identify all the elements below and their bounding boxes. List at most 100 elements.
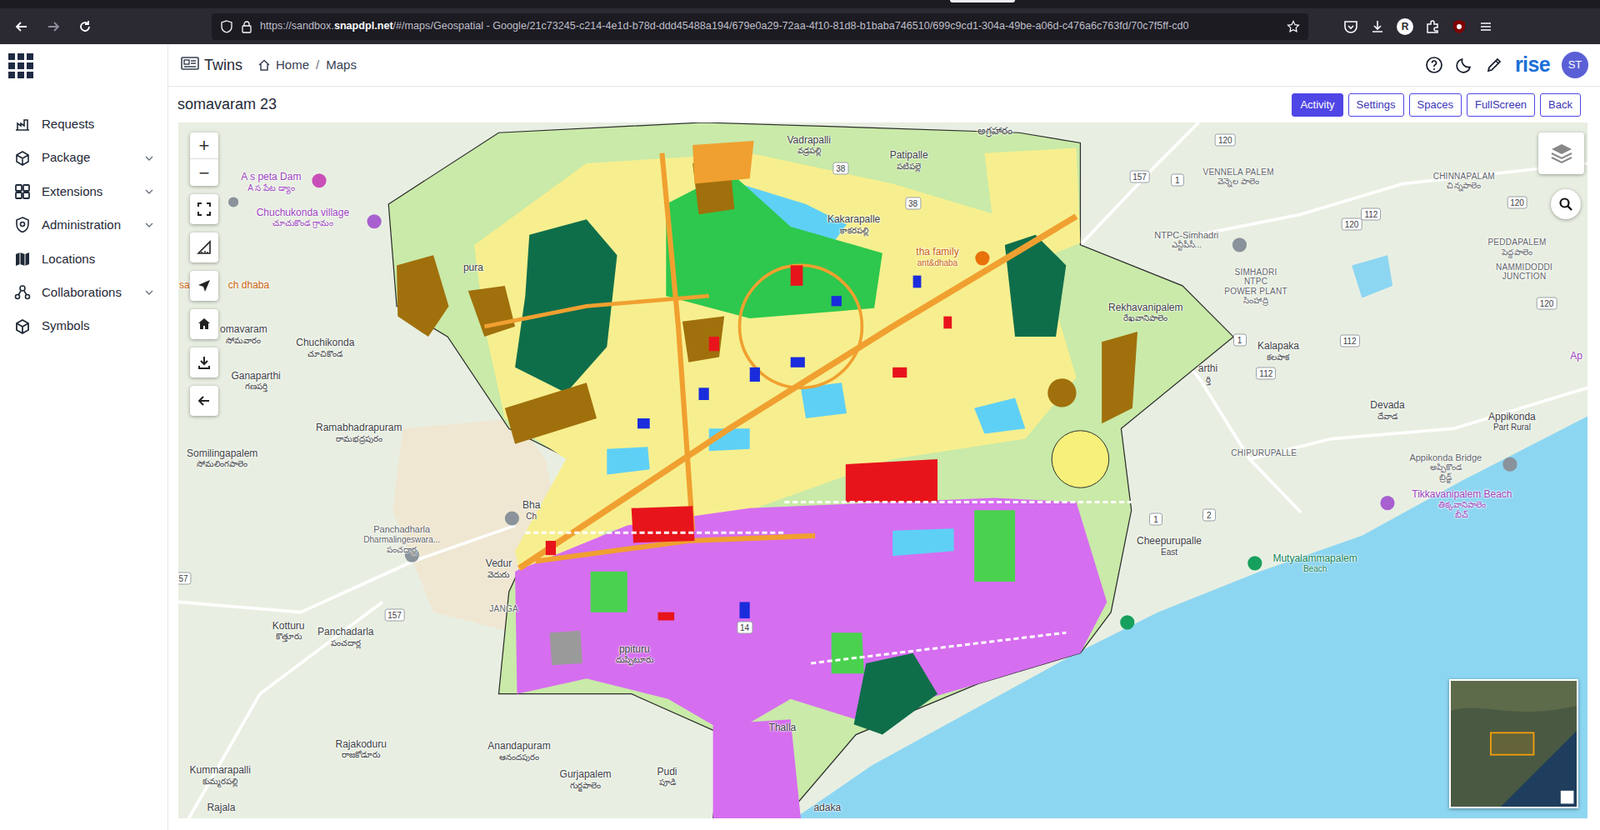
map-label[interactable]: NAMMIDODDIJUNCTION (1495, 262, 1553, 282)
brand-logo[interactable]: rise (1515, 49, 1550, 81)
layers-icon[interactable] (1538, 132, 1585, 175)
map-label[interactable]: Pudiపూడి (656, 766, 677, 788)
menu-icon[interactable] (1478, 19, 1494, 35)
map-label[interactable]: Gurjapalemగుర్జపాలెం (560, 769, 612, 790)
sidebar-item[interactable]: Collaborations (0, 275, 168, 310)
home-view-icon[interactable] (190, 309, 219, 340)
map-label[interactable]: JANGA (489, 604, 519, 615)
map-label[interactable]: Panchadarlaపంచదార్ల (317, 626, 374, 648)
fullscreen-icon[interactable] (190, 194, 219, 225)
map-label[interactable]: Vadrapalliవడ్రపల్లి (786, 135, 830, 156)
map-label[interactable]: Tikkavanipalem Beachతిక్కవానిపాలెంబీచ్ (1411, 489, 1512, 520)
map-label[interactable]: అగ్రహారం (977, 125, 1013, 138)
download-icon[interactable] (1370, 19, 1385, 35)
star-icon[interactable] (1286, 20, 1300, 34)
map-label[interactable]: pura (463, 262, 484, 275)
back-arrow-icon[interactable] (190, 385, 219, 416)
reload-icon[interactable] (71, 13, 99, 40)
chevron-down-icon[interactable] (144, 254, 155, 265)
toolbar-button[interactable]: Activity (1291, 93, 1343, 117)
map-label[interactable]: AppikondaPart Rural (1488, 411, 1536, 433)
map-label[interactable]: Chuchukonda villageచూచుకొండ గ్రామం (256, 207, 350, 229)
sidebar-item[interactable]: Administration (0, 208, 168, 242)
toolbar-button[interactable]: Settings (1348, 93, 1405, 117)
map-label[interactable]: NTPC-Simhadriఎన్టీపీసీ... (1154, 230, 1219, 250)
user-avatar[interactable]: ST (1561, 51, 1589, 79)
map-label[interactable]: Rajakoduruరాజకోడూరు (335, 739, 387, 760)
edit-icon[interactable] (1485, 55, 1504, 75)
map-label[interactable]: Rajala (206, 802, 235, 815)
chevron-down-icon[interactable] (144, 119, 155, 130)
search-icon[interactable] (1550, 189, 1581, 220)
map-label[interactable]: Ganaparthiగణపర్తి (230, 370, 280, 392)
map-label[interactable]: Kakarapalleకాకరపల్లి (827, 214, 880, 235)
map-label[interactable]: Patipalleపటిపల్లె (890, 150, 929, 171)
map-label[interactable]: CheepurupalleEast (1136, 535, 1202, 557)
map-label-line: రామభద్రపురం (315, 434, 402, 445)
address-bar[interactable]: https://sandbox.snapdpl.net/#/maps/Geosp… (211, 13, 1309, 40)
download-map-icon[interactable] (190, 347, 219, 378)
pocket-icon[interactable] (1343, 19, 1359, 35)
map-label[interactable]: SIMHADRINTPCPOWER PLANTసింహాద్రి (1224, 267, 1288, 306)
map[interactable]: A s peta DamA స పేట డ్యాం Chuchukonda vil… (178, 122, 1588, 819)
map-label[interactable]: Somilingapalemసోమలింగపాలెం (186, 448, 258, 470)
dark-mode-icon[interactable] (1455, 55, 1474, 75)
chevron-down-icon[interactable] (144, 287, 155, 298)
breadcrumb-home[interactable]: Home (275, 55, 310, 75)
map-label[interactable]: Rekhavanipalemరేఖవానిపాలెం (1108, 302, 1183, 324)
chevron-down-icon[interactable] (144, 321, 155, 332)
back-icon[interactable] (8, 13, 35, 40)
sidebar-item[interactable]: Extensions (0, 175, 168, 209)
map-label[interactable]: Devadaదేవాడ (1370, 400, 1405, 421)
map-label[interactable]: Kotturuకొత్తూరు (272, 620, 305, 642)
map-label[interactable]: ppituruదుప్పిటూరు (615, 644, 654, 665)
sidebar-item[interactable]: Symbols (0, 309, 168, 343)
map-label[interactable]: Appikonda Bridgeఅప్పికొండబ్రిడ్జ్ (1409, 452, 1482, 483)
map-label[interactable]: adaka (813, 802, 841, 815)
locate-icon[interactable] (190, 270, 219, 301)
extensions-icon[interactable] (1425, 19, 1440, 35)
map-label[interactable]: omavaramసోమవారం (220, 324, 268, 345)
sidebar-item[interactable]: Locations (0, 242, 168, 276)
map-label[interactable]: Thalla (769, 722, 797, 735)
map-label[interactable]: tha familyant&dhaba (915, 246, 959, 268)
toolbar-button[interactable]: Spaces (1409, 93, 1462, 117)
map-label[interactable]: CHINNAPALAMచిన్నపాలెం (1433, 171, 1495, 191)
chevron-down-icon[interactable] (144, 186, 155, 197)
forward-icon[interactable] (40, 13, 67, 40)
map-label[interactable]: A s peta DamA స పేట డ్యాం (240, 171, 301, 193)
sidebar-item[interactable]: Requests (0, 107, 168, 141)
zoom-in-button[interactable]: + (190, 132, 219, 160)
url-text[interactable]: https://sandbox.snapdpl.net/#/maps/Geosp… (260, 18, 1280, 35)
map-label[interactable]: CHIPURUPALLE (1230, 448, 1297, 459)
zoom-out-button[interactable]: − (190, 159, 219, 186)
map-label[interactable]: Ap (1570, 350, 1583, 363)
map-label[interactable]: ch dhaba (228, 280, 270, 292)
sidebar-item[interactable]: Package (0, 140, 168, 175)
measure-icon[interactable] (190, 232, 219, 263)
map-label[interactable]: PEDDAPALEMపెద్దపాలెం (1487, 237, 1546, 257)
toolbar-button[interactable]: FullScreen (1466, 93, 1535, 117)
map-label[interactable]: Anandapuramఆనందపురం (487, 740, 550, 762)
map-label-line: Mutyalammapalem (1272, 553, 1357, 565)
map-label[interactable]: Kummarapalliకుమ్మరపల్లి (190, 765, 251, 786)
map-label[interactable]: arthiర్తి (1198, 363, 1218, 385)
map-label[interactable]: PanchadharlaDharmalingeswara...పంచదార్ల (363, 524, 440, 555)
apps-grid-icon[interactable] (8, 53, 34, 79)
chevron-down-icon[interactable] (144, 153, 155, 164)
toolbar-button[interactable]: Back (1540, 93, 1581, 117)
map-label[interactable]: Ramabhadrapuramరామభద్రపురం (315, 422, 402, 444)
profile-avatar[interactable]: R (1396, 18, 1414, 35)
overview-minimap[interactable] (1449, 679, 1579, 809)
map-label[interactable]: sa (179, 280, 190, 292)
map-label[interactable]: BhaCh (522, 500, 540, 521)
map-label[interactable]: Chuchikondaచూచికొండ (295, 337, 355, 359)
ublock-icon[interactable] (1451, 19, 1467, 35)
help-icon[interactable] (1425, 55, 1444, 75)
app-title[interactable]: Twins (180, 54, 243, 77)
map-label[interactable]: Kalapakaకలపాక (1257, 340, 1300, 362)
map-label[interactable]: Vedurవెదురు (485, 558, 512, 580)
chevron-down-icon[interactable] (144, 220, 155, 230)
map-label[interactable]: MutyalammapalemBeach (1272, 553, 1357, 575)
map-label[interactable]: VENNELA PALEMవెన్నెల పాలెం (1203, 167, 1275, 187)
